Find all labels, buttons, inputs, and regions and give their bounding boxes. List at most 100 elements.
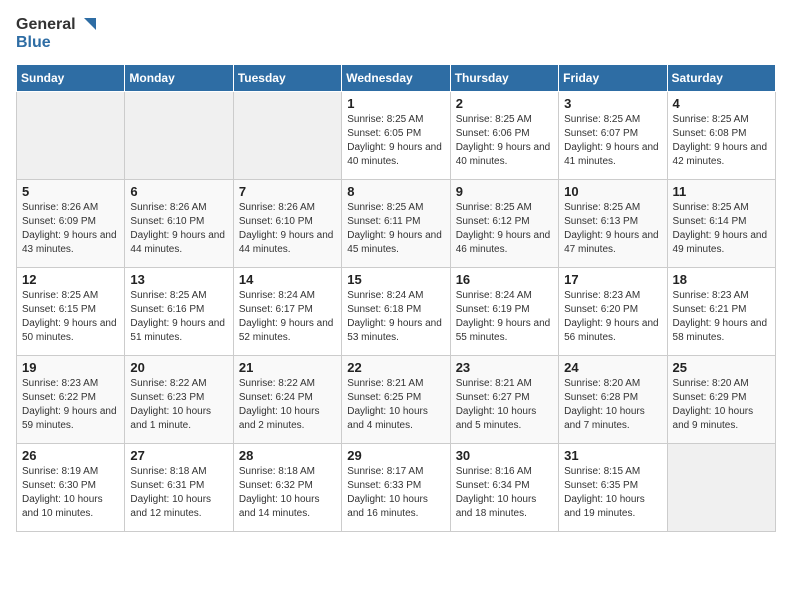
cell-info: Sunrise: 8:20 AMSunset: 6:29 PMDaylight:…: [673, 377, 770, 433]
calendar-cell: 6 Sunrise: 8:26 AMSunset: 6:10 PMDaylight…: [125, 179, 233, 267]
calendar-cell: 15 Sunrise: 8:24 AMSunset: 6:18 PMDayligh…: [342, 267, 450, 355]
day-number: 2: [456, 96, 553, 111]
day-number: 1: [347, 96, 444, 111]
week-row-5: 26 Sunrise: 8:19 AMSunset: 6:30 PMDayligh…: [17, 443, 776, 531]
day-header-saturday: Saturday: [667, 64, 775, 91]
cell-info: Sunrise: 8:25 AMSunset: 6:16 PMDaylight:…: [130, 289, 227, 345]
calendar-cell: 1 Sunrise: 8:25 AMSunset: 6:05 PMDaylight…: [342, 91, 450, 179]
cell-info: Sunrise: 8:26 AMSunset: 6:10 PMDaylight:…: [130, 201, 227, 257]
calendar-cell: 26 Sunrise: 8:19 AMSunset: 6:30 PMDayligh…: [17, 443, 125, 531]
day-number: 26: [22, 448, 119, 463]
day-header-friday: Friday: [559, 64, 667, 91]
calendar-cell: [125, 91, 233, 179]
calendar-cell: 5Sunrise: 8:26 AMSunset: 6:09 PMDaylight…: [17, 179, 125, 267]
cell-info: Sunrise: 8:23 AMSunset: 6:21 PMDaylight:…: [673, 289, 770, 345]
day-number: 31: [564, 448, 661, 463]
day-header-tuesday: Tuesday: [233, 64, 341, 91]
calendar-cell: 25 Sunrise: 8:20 AMSunset: 6:29 PMDayligh…: [667, 355, 775, 443]
cell-info: Sunrise: 8:19 AMSunset: 6:30 PMDaylight:…: [22, 465, 119, 521]
calendar-cell: 2 Sunrise: 8:25 AMSunset: 6:06 PMDaylight…: [450, 91, 558, 179]
day-number: 25: [673, 360, 770, 375]
cell-info: Sunrise: 8:21 AMSunset: 6:27 PMDaylight:…: [456, 377, 553, 433]
logo-blue: Blue: [16, 34, 96, 52]
cell-info: Sunrise: 8:22 AMSunset: 6:24 PMDaylight:…: [239, 377, 336, 433]
calendar-cell: 16 Sunrise: 8:24 AMSunset: 6:19 PMDayligh…: [450, 267, 558, 355]
day-number: 21: [239, 360, 336, 375]
calendar-cell: [233, 91, 341, 179]
calendar-cell: 9Sunrise: 8:25 AMSunset: 6:12 PMDaylight…: [450, 179, 558, 267]
week-row-2: 5Sunrise: 8:26 AMSunset: 6:09 PMDaylight…: [17, 179, 776, 267]
cell-info: Sunrise: 8:18 AMSunset: 6:32 PMDaylight:…: [239, 465, 336, 521]
calendar-cell: 20 Sunrise: 8:22 AMSunset: 6:23 PMDayligh…: [125, 355, 233, 443]
cell-info: Sunrise: 8:25 AMSunset: 6:06 PMDaylight:…: [456, 113, 553, 169]
calendar-cell: 3 Sunrise: 8:25 AMSunset: 6:07 PMDaylight…: [559, 91, 667, 179]
calendar-cell: 22Sunrise: 8:21 AMSunset: 6:25 PMDayligh…: [342, 355, 450, 443]
day-number: 7: [239, 184, 336, 199]
calendar-table: SundayMondayTuesdayWednesdayThursdayFrid…: [16, 64, 776, 532]
calendar-cell: 7 Sunrise: 8:26 AMSunset: 6:10 PMDaylight…: [233, 179, 341, 267]
cell-info: Sunrise: 8:18 AMSunset: 6:31 PMDaylight:…: [130, 465, 227, 521]
calendar-cell: 24 Sunrise: 8:20 AMSunset: 6:28 PMDayligh…: [559, 355, 667, 443]
calendar-cell: 30Sunrise: 8:16 AMSunset: 6:34 PMDayligh…: [450, 443, 558, 531]
cell-info: Sunrise: 8:25 AMSunset: 6:05 PMDaylight:…: [347, 113, 444, 169]
cell-info: Sunrise: 8:24 AMSunset: 6:18 PMDaylight:…: [347, 289, 444, 345]
day-number: 14: [239, 272, 336, 287]
cell-info: Sunrise: 8:25 AMSunset: 6:14 PMDaylight:…: [673, 201, 770, 257]
day-number: 17: [564, 272, 661, 287]
calendar-cell: 12 Sunrise: 8:25 AMSunset: 6:15 PMDayligh…: [17, 267, 125, 355]
calendar-cell: 28 Sunrise: 8:18 AMSunset: 6:32 PMDayligh…: [233, 443, 341, 531]
cell-info: Sunrise: 8:24 AMSunset: 6:17 PMDaylight:…: [239, 289, 336, 345]
day-number: 24: [564, 360, 661, 375]
day-number: 11: [673, 184, 770, 199]
day-number: 28: [239, 448, 336, 463]
day-number: 3: [564, 96, 661, 111]
day-number: 27: [130, 448, 227, 463]
day-number: 6: [130, 184, 227, 199]
calendar-cell: 21 Sunrise: 8:22 AMSunset: 6:24 PMDayligh…: [233, 355, 341, 443]
cell-info: Sunrise: 8:25 AMSunset: 6:15 PMDaylight:…: [22, 289, 119, 345]
day-number: 18: [673, 272, 770, 287]
calendar-cell: 27 Sunrise: 8:18 AMSunset: 6:31 PMDayligh…: [125, 443, 233, 531]
logo-general: General: [16, 16, 76, 34]
calendar-cell: [667, 443, 775, 531]
week-row-1: 1 Sunrise: 8:25 AMSunset: 6:05 PMDaylight…: [17, 91, 776, 179]
cell-info: Sunrise: 8:25 AMSunset: 6:12 PMDaylight:…: [456, 201, 553, 257]
calendar-cell: 19 Sunrise: 8:23 AMSunset: 6:22 PMDayligh…: [17, 355, 125, 443]
day-number: 4: [673, 96, 770, 111]
calendar-cell: 13Sunrise: 8:25 AMSunset: 6:16 PMDayligh…: [125, 267, 233, 355]
cell-info: Sunrise: 8:23 AMSunset: 6:22 PMDaylight:…: [22, 377, 119, 433]
day-number: 10: [564, 184, 661, 199]
calendar-cell: 10Sunrise: 8:25 AMSunset: 6:13 PMDayligh…: [559, 179, 667, 267]
calendar-cell: 17 Sunrise: 8:23 AMSunset: 6:20 PMDayligh…: [559, 267, 667, 355]
week-row-3: 12 Sunrise: 8:25 AMSunset: 6:15 PMDayligh…: [17, 267, 776, 355]
day-number: 16: [456, 272, 553, 287]
calendar-cell: 31 Sunrise: 8:15 AMSunset: 6:35 PMDayligh…: [559, 443, 667, 531]
day-header-monday: Monday: [125, 64, 233, 91]
calendar-cell: 29Sunrise: 8:17 AMSunset: 6:33 PMDayligh…: [342, 443, 450, 531]
day-header-sunday: Sunday: [17, 64, 125, 91]
day-number: 12: [22, 272, 119, 287]
day-number: 23: [456, 360, 553, 375]
day-number: 19: [22, 360, 119, 375]
cell-info: Sunrise: 8:15 AMSunset: 6:35 PMDaylight:…: [564, 465, 661, 521]
cell-info: Sunrise: 8:22 AMSunset: 6:23 PMDaylight:…: [130, 377, 227, 433]
cell-info: Sunrise: 8:24 AMSunset: 6:19 PMDaylight:…: [456, 289, 553, 345]
cell-info: Sunrise: 8:25 AMSunset: 6:11 PMDaylight:…: [347, 201, 444, 257]
cell-info: Sunrise: 8:20 AMSunset: 6:28 PMDaylight:…: [564, 377, 661, 433]
day-header-wednesday: Wednesday: [342, 64, 450, 91]
logo: General Blue: [16, 16, 96, 52]
calendar-cell: 23 Sunrise: 8:21 AMSunset: 6:27 PMDayligh…: [450, 355, 558, 443]
cell-info: Sunrise: 8:26 AMSunset: 6:10 PMDaylight:…: [239, 201, 336, 257]
cell-info: Sunrise: 8:23 AMSunset: 6:20 PMDaylight:…: [564, 289, 661, 345]
header: General Blue: [16, 16, 776, 52]
calendar-cell: 4Sunrise: 8:25 AMSunset: 6:08 PMDaylight…: [667, 91, 775, 179]
day-number: 20: [130, 360, 227, 375]
day-header-thursday: Thursday: [450, 64, 558, 91]
calendar-cell: 11 Sunrise: 8:25 AMSunset: 6:14 PMDayligh…: [667, 179, 775, 267]
calendar-cell: 14 Sunrise: 8:24 AMSunset: 6:17 PMDayligh…: [233, 267, 341, 355]
cell-info: Sunrise: 8:25 AMSunset: 6:07 PMDaylight:…: [564, 113, 661, 169]
day-number: 15: [347, 272, 444, 287]
day-number: 30: [456, 448, 553, 463]
calendar-header-row: SundayMondayTuesdayWednesdayThursdayFrid…: [17, 64, 776, 91]
week-row-4: 19 Sunrise: 8:23 AMSunset: 6:22 PMDayligh…: [17, 355, 776, 443]
